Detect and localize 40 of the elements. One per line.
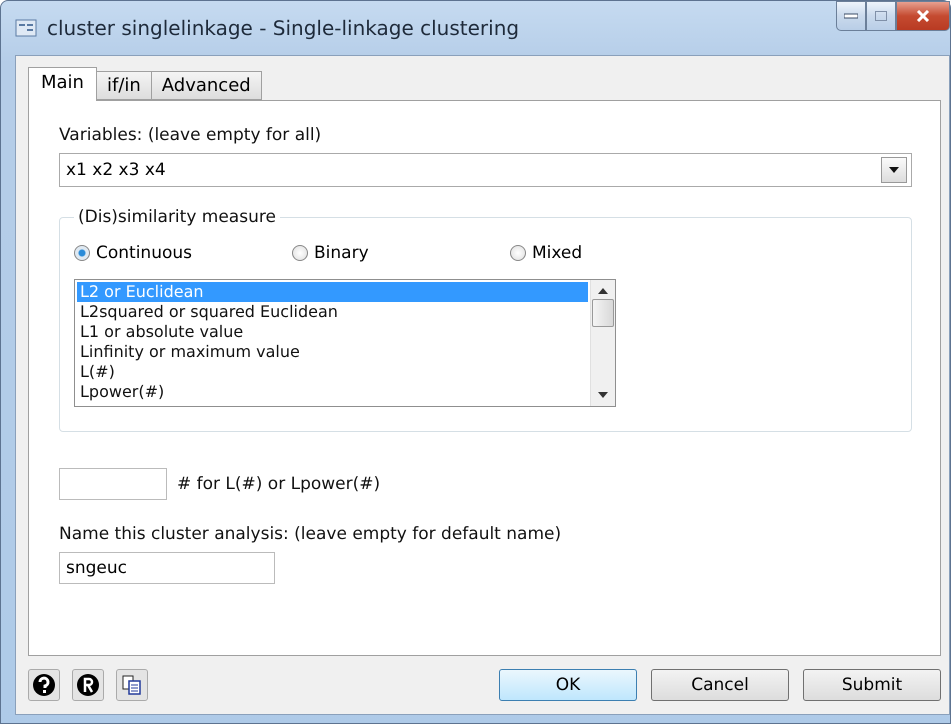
- field-label: Variables: (leave empty for all): [59, 125, 322, 145]
- reset-icon: [76, 673, 100, 697]
- list-item[interactable]: Linfinity or maximum value: [77, 342, 588, 362]
- group-title: (Dis)similarity measure: [77, 207, 277, 227]
- list-item[interactable]: Lpower(#): [77, 382, 588, 402]
- tab[interactable]: Main: [28, 67, 97, 101]
- scroll-down-icon: [598, 392, 608, 398]
- window-title: cluster singlelinkage - Single-linkage clustering: [47, 16, 520, 40]
- dropdown-icon: [889, 167, 899, 173]
- maximize-button[interactable]: [866, 1, 896, 31]
- close-icon: [916, 10, 930, 22]
- dialog-button[interactable]: OK: [499, 669, 637, 701]
- copy-icon: [121, 674, 143, 696]
- reset-button[interactable]: [72, 669, 104, 701]
- copy-button[interactable]: [116, 669, 148, 701]
- minimize-icon: [844, 13, 858, 19]
- help-icon: [32, 673, 56, 697]
- scroll-thumb[interactable]: [592, 299, 614, 327]
- name-input-field[interactable]: sngeuc: [59, 552, 275, 584]
- variables-combobox[interactable]: x1 x2 x3 x4: [59, 153, 912, 187]
- tab[interactable]: Advanced: [150, 71, 262, 100]
- power-input-field[interactable]: [59, 468, 167, 500]
- list-item[interactable]: L1 or absolute value: [77, 322, 588, 342]
- help-button[interactable]: [28, 669, 60, 701]
- dialog-button[interactable]: Cancel: [651, 669, 789, 701]
- field-label: Name this cluster analysis: (leave empty for default name): [59, 524, 562, 544]
- list-item[interactable]: L2squared or squared Euclidean: [77, 302, 588, 322]
- dialog-button[interactable]: Submit: [803, 669, 941, 701]
- close-button[interactable]: [896, 1, 950, 31]
- radio-option[interactable]: Binary: [292, 243, 510, 263]
- field-label: # for L(#) or Lpower(#): [177, 474, 380, 494]
- radio-option[interactable]: Mixed: [510, 243, 710, 263]
- radio-option[interactable]: Continuous: [74, 243, 292, 263]
- tab[interactable]: if/in: [96, 71, 152, 100]
- minimize-button[interactable]: [836, 1, 866, 31]
- window-icon: [15, 19, 37, 37]
- list-item[interactable]: L(#): [77, 362, 588, 382]
- scrollbar[interactable]: [590, 280, 615, 406]
- maximize-icon: [875, 11, 887, 21]
- scroll-up-icon: [598, 288, 608, 294]
